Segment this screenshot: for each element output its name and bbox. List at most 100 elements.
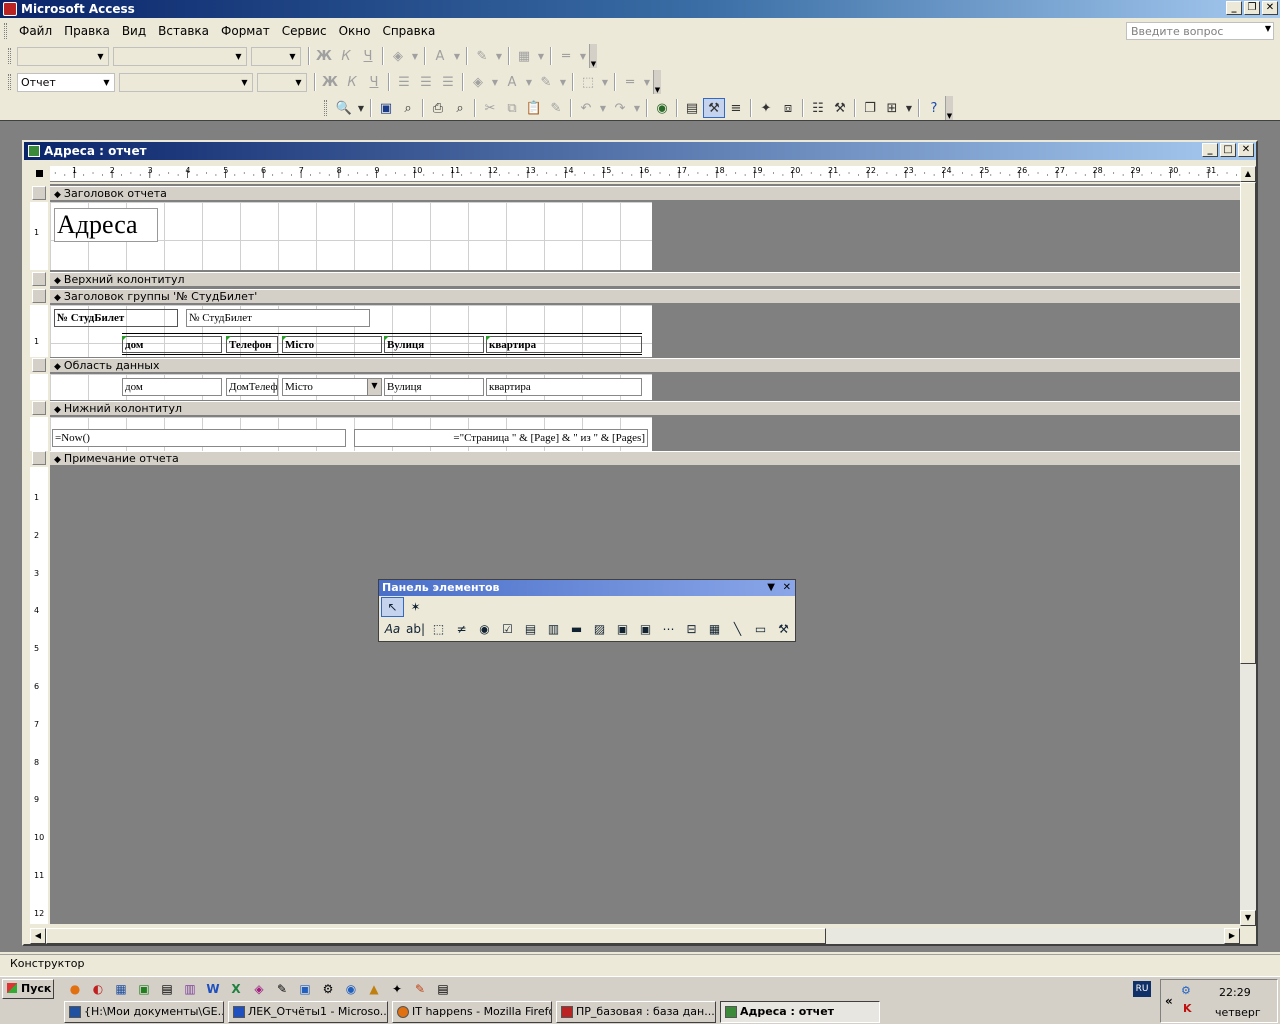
select-objects-tool-icon[interactable]: ↖ [381, 597, 404, 617]
calendar-icon[interactable]: ▤ [156, 979, 178, 999]
scroll-left-icon[interactable]: ◀ [30, 928, 46, 944]
warning-icon[interactable]: ▲ [363, 979, 385, 999]
format-painter-icon[interactable]: ✎ [545, 98, 567, 118]
clock-time[interactable]: 22:29 [1219, 986, 1251, 999]
file-search-icon[interactable]: ⌕ [397, 98, 419, 118]
language-indicator[interactable]: RU [1133, 981, 1151, 997]
font-size-combo[interactable]: ▼ [257, 72, 307, 92]
italic-button[interactable]: К [335, 46, 357, 66]
acrobat-icon[interactable]: ◐ [87, 979, 109, 999]
fill-color-icon[interactable]: ◈ [467, 72, 489, 92]
restore-button[interactable]: ❐ [1244, 1, 1260, 15]
menu-insert[interactable]: Вставка [152, 24, 215, 38]
chevron-down-icon[interactable]: ▼ [641, 72, 653, 92]
tray-expand-icon[interactable]: « [1165, 994, 1173, 1008]
toolbar-grip[interactable] [324, 100, 327, 116]
underline-button[interactable]: Ч [363, 72, 385, 92]
section-selector-report-footer[interactable] [32, 451, 46, 465]
save-icon[interactable]: ▣ [375, 98, 397, 118]
explorer-icon[interactable]: ▦ [110, 979, 132, 999]
section-bar-page-header[interactable]: ◆ Верхний колонтитул [50, 272, 1240, 287]
bold-button[interactable]: Ж [313, 46, 335, 66]
new-object-icon[interactable]: ⊞ [881, 98, 903, 118]
chevron-down-icon[interactable]: ▼ [409, 46, 421, 66]
chevron-down-icon[interactable]: ▼ [451, 46, 463, 66]
help-icon[interactable]: ? [923, 98, 945, 118]
section-body-report-header[interactable]: Адреса [50, 202, 652, 270]
section-body-page-footer[interactable]: =Now() ="Страница " & [Page] & " из " & … [50, 417, 652, 451]
field-list-icon[interactable]: ▤ [681, 98, 703, 118]
line-tool-icon[interactable]: ╲ [726, 619, 749, 639]
font-size-combo[interactable]: ▼ [251, 46, 301, 66]
section-bar-page-footer[interactable]: ◆ Нижний колонтитул [50, 401, 1240, 416]
menu-format[interactable]: Формат [215, 24, 276, 38]
toolbar-options-icon[interactable]: ▼ [945, 96, 953, 120]
textbox-tool-icon[interactable]: ab| [404, 619, 427, 639]
notes-icon[interactable]: ▤ [432, 979, 454, 999]
chevron-down-icon[interactable]: ▼ [523, 72, 535, 92]
media-player-icon[interactable]: ◉ [340, 979, 362, 999]
horizontal-ruler[interactable]: 1 2 3 4 5 6 7 8 9 10 11 12 13 14 15 16 17 18 19 20 21 22 23 24 2… [50, 166, 1240, 182]
start-button[interactable]: Пуск [2, 979, 54, 999]
label-tool-icon[interactable]: Aa [381, 619, 404, 639]
control-wizards-tool-icon[interactable]: ✶ [404, 597, 427, 617]
object-select-combo[interactable]: Отчет ▼ [17, 72, 115, 92]
subform-tool-icon[interactable]: ▦ [703, 619, 726, 639]
antivirus-icon[interactable]: K [1183, 1002, 1192, 1015]
task-button-total-commander[interactable]: {H:\Мои документы\GE... [64, 1001, 224, 1023]
word-icon[interactable]: W [202, 979, 224, 999]
view-icon[interactable]: 🔍 [333, 98, 355, 118]
menubar-grip[interactable] [4, 23, 7, 39]
menu-window[interactable]: Окно [333, 24, 377, 38]
object-combo-disabled[interactable]: ▼ [17, 46, 109, 66]
footer-now-textbox[interactable]: =Now() [52, 429, 346, 447]
ask-question-box[interactable]: Введите вопрос ▼ [1126, 22, 1274, 40]
footer-pages-textbox[interactable]: ="Страница " & [Page] & " из " & [Pages] [354, 429, 648, 447]
special-effect-icon[interactable]: ⬚ [577, 72, 599, 92]
section-bar-report-header[interactable]: ◆ Заголовок отчета [50, 186, 1240, 201]
section-selector-page-header[interactable] [32, 272, 46, 286]
image-tool-icon[interactable]: ▨ [588, 619, 611, 639]
rectangle-tool-icon[interactable]: ▭ [749, 619, 772, 639]
winrar-icon[interactable]: ▥ [179, 979, 201, 999]
menu-view[interactable]: Вид [116, 24, 152, 38]
column-header-street[interactable]: Вулиця [384, 336, 484, 353]
print-preview-icon[interactable]: ⌕ [449, 98, 471, 118]
chevron-down-icon[interactable]: ▼ [493, 46, 505, 66]
underline-button[interactable]: Ч [357, 46, 379, 66]
chevron-down-icon[interactable]: ▼ [557, 72, 569, 92]
toolbox-title-bar[interactable]: Панель элементов ▼ ✕ [379, 580, 795, 596]
toolbar-options-icon[interactable]: ▼ [589, 44, 597, 68]
build-icon[interactable]: ⚒ [829, 98, 851, 118]
combo-box-tool-icon[interactable]: ▤ [519, 619, 542, 639]
menu-edit[interactable]: Правка [58, 24, 116, 38]
option-group-tool-icon[interactable]: ⬚ [427, 619, 450, 639]
font-color-icon[interactable]: A [501, 72, 523, 92]
excel-icon[interactable]: X [225, 979, 247, 999]
minimize-button[interactable]: _ [1226, 1, 1242, 15]
toolbar-options-icon[interactable]: ▼ [653, 70, 661, 94]
field-apartment[interactable]: квартира [486, 378, 642, 396]
align-left-icon[interactable]: ☰ [393, 72, 415, 92]
chevron-down-icon[interactable]: ▼ [489, 72, 501, 92]
chevron-down-icon[interactable]: ▼ [767, 580, 775, 596]
horizontal-scrollbar[interactable]: ◀ ▶ [30, 928, 1240, 944]
firefox-icon[interactable]: ● [64, 979, 86, 999]
toolbar-grip[interactable] [8, 48, 11, 64]
chevron-down-icon[interactable]: ▼ [631, 98, 643, 118]
menu-file[interactable]: Файл [13, 24, 58, 38]
section-bar-group-header[interactable]: ◆ Заголовок группы '№ СтудБилет' [50, 289, 1240, 304]
report-window-title-bar[interactable]: Адреса : отчет _ □ ✕ [24, 142, 1256, 160]
command-button-tool-icon[interactable]: ▬ [565, 619, 588, 639]
app-icon[interactable]: ▣ [133, 979, 155, 999]
paste-icon[interactable]: 📋 [523, 98, 545, 118]
close-button[interactable]: ✕ [1262, 1, 1278, 15]
align-right-icon[interactable]: ☰ [437, 72, 459, 92]
group-field-textbox[interactable]: № СтудБилет [186, 309, 370, 327]
redo-icon[interactable]: ↷ [609, 98, 631, 118]
column-header-dom[interactable]: дом [122, 336, 222, 353]
database-window-icon[interactable]: ❐ [859, 98, 881, 118]
chevron-down-icon[interactable]: ▼ [903, 98, 915, 118]
field-phone[interactable]: ДомТелеф [226, 378, 278, 396]
menu-help[interactable]: Справка [376, 24, 441, 38]
